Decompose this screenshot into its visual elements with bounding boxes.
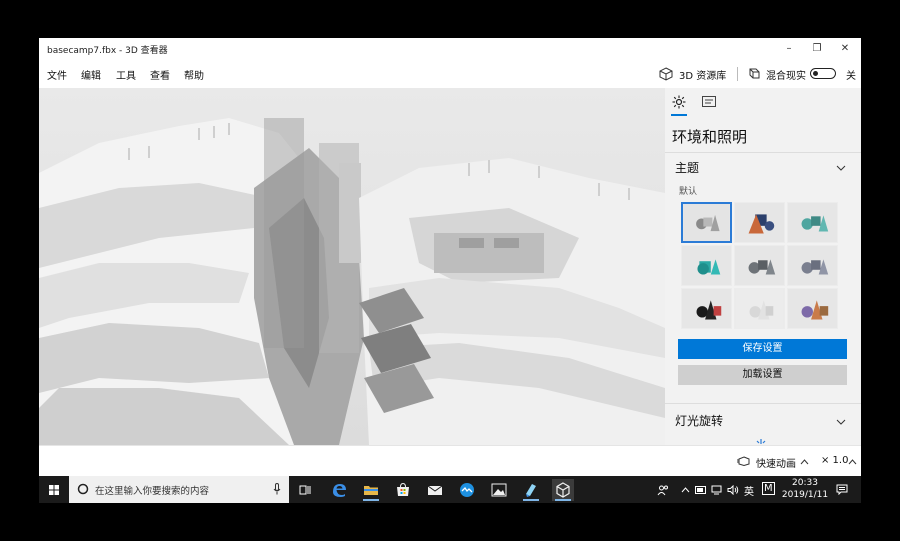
animation-icon	[737, 456, 750, 466]
running-indicator	[523, 499, 539, 501]
menu-divider	[737, 67, 738, 81]
status-bar: 快速动画 × 1.0	[39, 445, 861, 476]
photos-icon	[491, 483, 507, 497]
divider	[665, 152, 861, 153]
3d-model-render	[39, 88, 665, 445]
theme-section-title: 主题	[675, 161, 700, 175]
clock-date: 2019/1/11	[781, 490, 829, 500]
taskbar-app-blue[interactable]	[456, 479, 478, 501]
theme-section-header[interactable]: 主题	[665, 156, 861, 178]
windows-icon	[49, 485, 59, 495]
window-title: basecamp7.fbx - 3D 查看器	[47, 46, 168, 56]
search-placeholder: 在这里输入你要搜索的内容	[95, 486, 210, 497]
store-icon	[397, 482, 409, 496]
clock[interactable]: 20:33 2019/1/11	[777, 477, 833, 502]
search-box[interactable]: 在这里输入你要搜索的内容	[69, 476, 289, 503]
close-icon[interactable]: ✕	[837, 41, 853, 57]
theme-swatch-3[interactable]	[787, 202, 838, 243]
taskbar: 在这里输入你要搜索的内容 英 M 20:33 2019/1/11	[39, 476, 861, 503]
theme-default-label: 默认	[679, 187, 698, 197]
app-window: basecamp7.fbx - 3D 查看器 – ❐ ✕ 文件 编辑 工具 查看…	[39, 38, 861, 476]
cube-icon	[659, 67, 673, 81]
network-icon[interactable]	[711, 485, 723, 495]
mixed-reality-icon	[749, 68, 760, 79]
menu-edit[interactable]: 编辑	[81, 67, 101, 82]
taskbar-photos[interactable]	[488, 479, 510, 501]
input-language[interactable]: 英	[744, 483, 754, 498]
menu-bar: 文件 编辑 工具 查看 帮助 3D 资源库 混合现实 关	[39, 62, 861, 86]
chevron-down-icon	[836, 165, 846, 171]
app-icon	[460, 483, 474, 497]
theme-swatch-5[interactable]	[734, 245, 785, 286]
chevron-up-icon[interactable]	[800, 459, 809, 465]
menu-file[interactable]: 文件	[47, 67, 67, 82]
mixed-reality-toggle[interactable]	[810, 68, 836, 79]
people-icon[interactable]	[657, 484, 669, 496]
light-rotation-header[interactable]: 灯光旋转	[665, 410, 861, 432]
sun-icon[interactable]	[672, 95, 686, 109]
3d-viewport[interactable]	[39, 88, 665, 445]
taskbar-edge[interactable]	[328, 479, 350, 501]
chevron-down-icon	[836, 419, 846, 425]
theme-swatch-2[interactable]	[734, 202, 785, 243]
theme-swatch-6[interactable]	[787, 245, 838, 286]
cube-icon	[556, 482, 570, 498]
edge-icon	[333, 484, 346, 497]
taskbar-mail[interactable]	[424, 479, 446, 501]
light-rotation-title: 灯光旋转	[675, 414, 724, 428]
theme-swatch-7[interactable]	[681, 288, 732, 329]
start-button[interactable]	[43, 479, 65, 501]
mail-icon	[427, 485, 443, 495]
theme-swatch-1[interactable]	[681, 202, 732, 243]
menu-view[interactable]: 查看	[150, 67, 170, 82]
toggle-state-label: 关	[846, 71, 856, 82]
toggle-knob	[813, 70, 818, 76]
taskbar-file-explorer[interactable]	[360, 479, 382, 501]
minimize-icon[interactable]: –	[781, 41, 797, 57]
folder-icon	[364, 486, 378, 495]
load-settings-button[interactable]: 加载设置	[678, 365, 847, 385]
save-settings-button[interactable]: 保存设置	[678, 339, 847, 359]
menu-help[interactable]: 帮助	[184, 67, 204, 82]
divider	[665, 403, 861, 404]
theme-swatch-9[interactable]	[787, 288, 838, 329]
environment-panel: 环境和照明 主题 默认 保存设置 加载设置 灯光旋转	[665, 88, 861, 445]
light-icon	[756, 439, 766, 444]
cortana-icon	[77, 483, 89, 495]
running-indicator	[555, 499, 571, 501]
active-tab-indicator	[671, 114, 687, 116]
menu-tools[interactable]: 工具	[116, 67, 136, 82]
mixed-reality-label: 混合现实	[766, 71, 806, 82]
task-view-button[interactable]	[294, 479, 316, 501]
taskbar-3d-viewer[interactable]	[552, 479, 574, 501]
chevron-up-icon[interactable]	[681, 487, 690, 493]
running-indicator	[363, 499, 379, 501]
clock-time: 20:33	[792, 478, 818, 488]
volume-icon[interactable]	[727, 485, 739, 495]
task-view-icon	[299, 485, 311, 495]
restore-icon[interactable]: ❐	[809, 41, 825, 57]
panel-heading: 环境和照明	[672, 128, 748, 146]
quick-animation-label: 快速动画	[756, 459, 796, 470]
theme-swatch-8[interactable]	[734, 288, 785, 329]
chevron-up-icon[interactable]	[848, 459, 857, 465]
3d-library-label: 3D 资源库	[679, 71, 727, 82]
taskbar-store[interactable]	[392, 479, 414, 501]
stats-icon[interactable]	[702, 96, 716, 108]
title-bar: basecamp7.fbx - 3D 查看器 – ❐ ✕	[39, 38, 861, 60]
speed-value[interactable]: × 1.0	[821, 455, 848, 466]
theme-swatch-4[interactable]	[681, 245, 732, 286]
notification-icon[interactable]	[836, 484, 848, 495]
ime-mode[interactable]: M	[762, 482, 775, 495]
taskbar-paint3d[interactable]	[520, 479, 542, 501]
microphone-icon[interactable]	[273, 483, 281, 495]
battery-icon[interactable]	[695, 486, 707, 494]
paint3d-icon	[526, 484, 536, 497]
